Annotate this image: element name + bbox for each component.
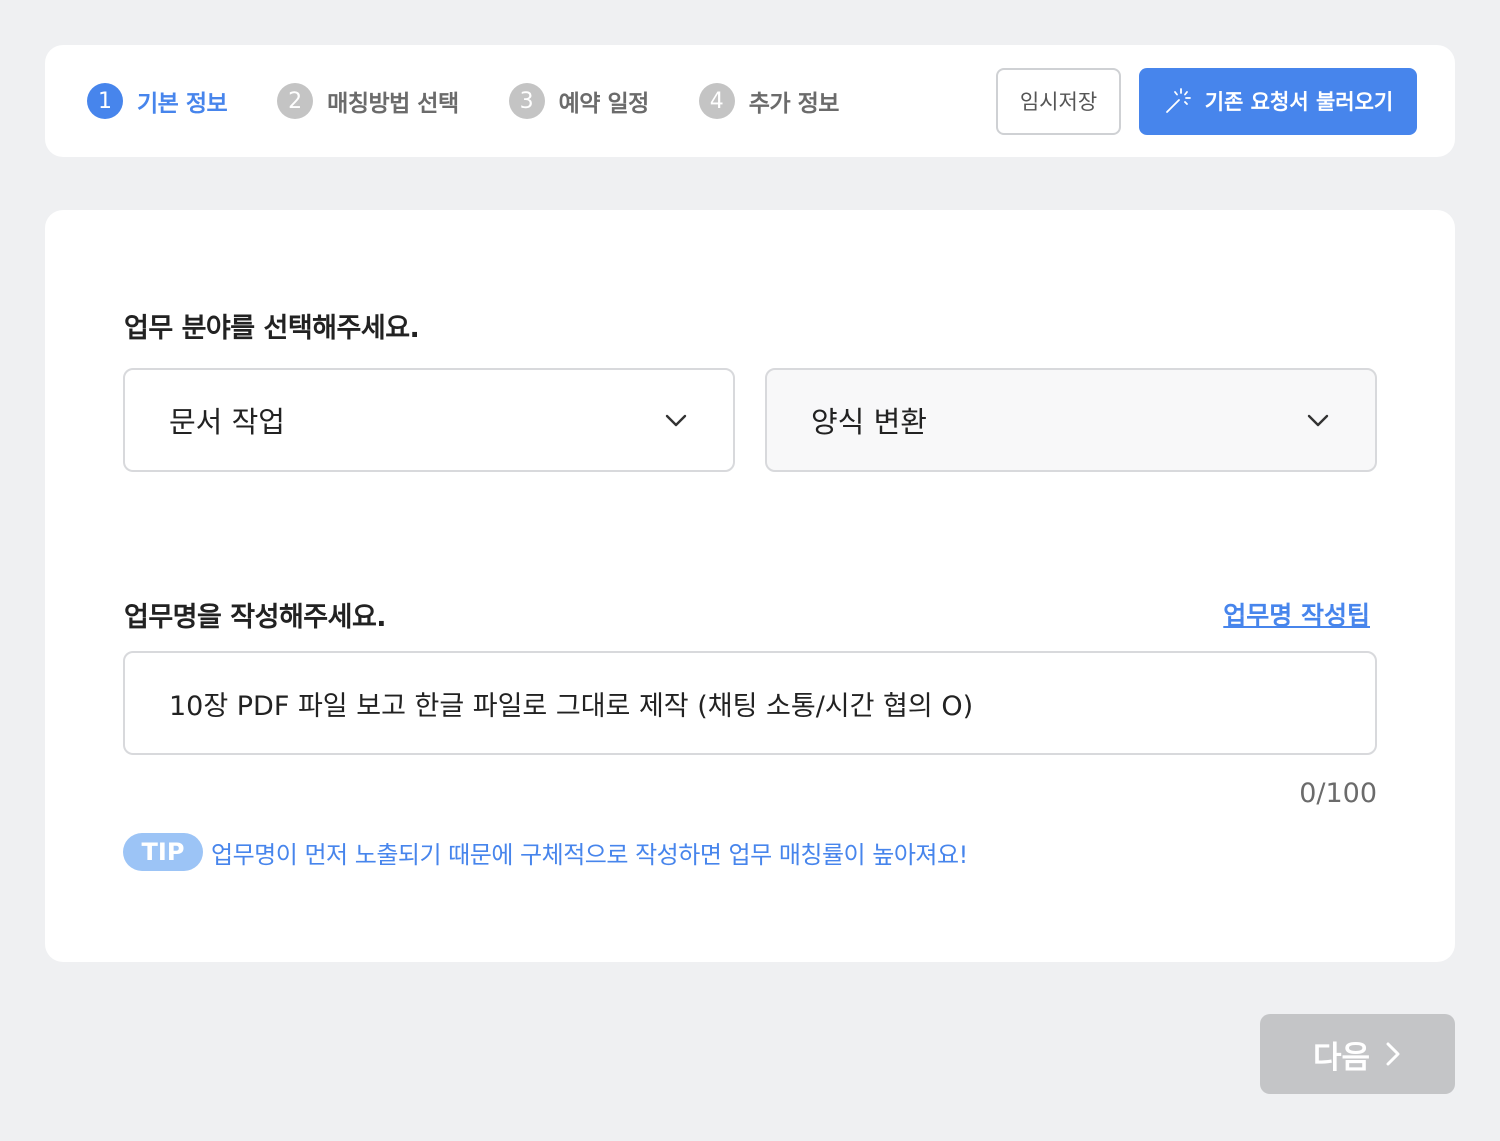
tip-badge: TIP <box>123 833 203 871</box>
step-basic-info[interactable]: 1 기본 정보 <box>87 83 228 119</box>
step-matching-method[interactable]: 2 매칭방법 선택 <box>277 83 459 119</box>
chevron-down-icon <box>665 414 687 427</box>
tip-message: TIP 업무명이 먼저 노출되기 때문에 구체적으로 작성하면 업무 매칭률이 … <box>123 833 968 871</box>
step-indicator: 1 기본 정보 2 매칭방법 선택 3 예약 일정 4 추가 정보 <box>87 83 996 119</box>
tip-text: 업무명이 먼저 노출되기 때문에 구체적으로 작성하면 업무 매칭률이 높아져요… <box>211 840 968 869</box>
next-button[interactable]: 다음 <box>1260 1014 1455 1094</box>
step-number: 1 <box>87 83 123 119</box>
load-request-button[interactable]: 기존 요청서 불러오기 <box>1139 67 1417 135</box>
temp-save-button[interactable]: 임시저장 <box>996 67 1121 135</box>
category-secondary-value: 양식 변환 <box>811 405 927 439</box>
next-button-label: 다음 <box>1312 1039 1371 1076</box>
step-additional-info[interactable]: 4 추가 정보 <box>698 83 840 119</box>
chevron-right-icon <box>1386 1042 1400 1066</box>
step-label: 매칭방법 선택 <box>327 91 459 117</box>
job-name-tip-link[interactable]: 업무명 작성팁 <box>1223 596 1370 632</box>
job-name-section-title: 업무명을 작성해주세요. <box>124 602 387 633</box>
step-number: 3 <box>508 83 545 119</box>
step-label: 기본 정보 <box>137 91 228 117</box>
job-name-input[interactable]: 10장 PDF 파일 보고 한글 파일로 그대로 제작 (채팅 소통/시간 협의… <box>123 651 1377 755</box>
step-number: 4 <box>698 83 735 119</box>
category-section-title: 업무 분야를 선택해주세요. <box>124 313 420 344</box>
character-counter: 0/100 <box>1299 778 1377 809</box>
step-label: 예약 일정 <box>558 91 650 117</box>
magic-wand-icon <box>1165 88 1191 113</box>
category-secondary-select[interactable]: 양식 변환 <box>765 368 1377 472</box>
form-card: 업무 분야를 선택해주세요. 문서 작업 양식 변환 업무명을 작성해주세요. … <box>45 210 1455 962</box>
category-primary-select[interactable]: 문서 작업 <box>123 368 735 472</box>
chevron-down-icon <box>1307 414 1329 427</box>
step-reservation-schedule[interactable]: 3 예약 일정 <box>508 83 650 119</box>
category-primary-value: 문서 작업 <box>169 405 285 439</box>
step-label: 추가 정보 <box>748 91 840 117</box>
load-request-label: 기존 요청서 불러오기 <box>1204 90 1394 114</box>
step-number: 2 <box>277 83 314 119</box>
step-header: 1 기본 정보 2 매칭방법 선택 3 예약 일정 4 추가 정보 임시저장 기… <box>45 45 1455 157</box>
